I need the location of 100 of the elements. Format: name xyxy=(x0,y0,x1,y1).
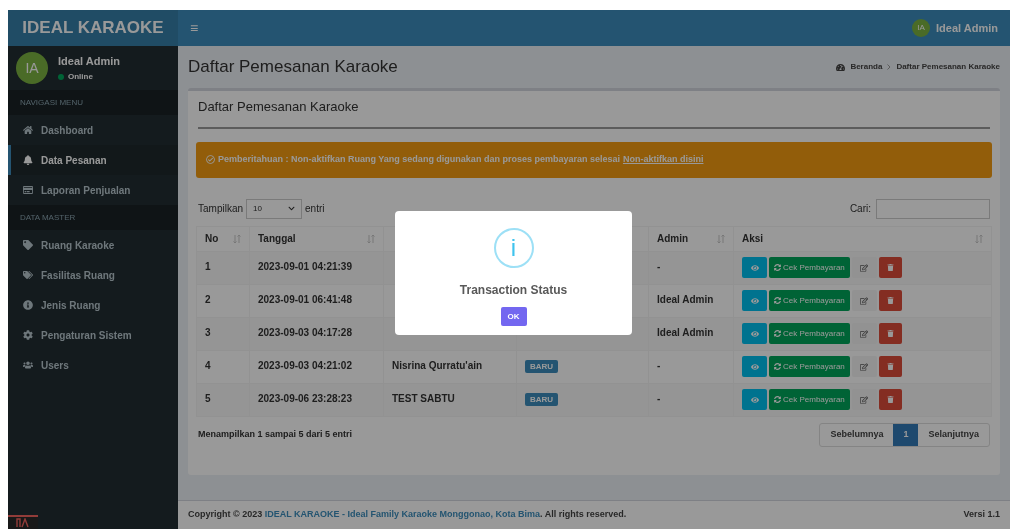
alert-text: Pemberitahuan : Non-aktifkan Ruang Yang sedang digunakan dan proses pembayaran selesai xyxy=(218,152,620,166)
search-field[interactable] xyxy=(876,198,990,219)
copyright-text: Copyright © 2023 IDEAL KARAOKE - Ideal Family Karaoke Monggonao, Kota Bima. All rights reserved. xyxy=(188,508,627,522)
breadcrumb-link[interactable]: Beranda xyxy=(850,61,883,73)
sidebar-item[interactable]: Pengaturan Sistem xyxy=(8,320,178,350)
home-icon xyxy=(23,125,33,135)
gear-icon xyxy=(23,330,33,340)
eye-icon xyxy=(750,362,759,371)
sidebar-item[interactable]: Fasilitas Ruang xyxy=(8,260,178,290)
table-cell: Ideal Admin xyxy=(648,317,734,350)
view-button[interactable] xyxy=(742,257,767,278)
table-cell: 4 xyxy=(196,350,250,383)
check-payment-button[interactable]: Cek Pembayaran xyxy=(769,356,850,377)
menu-header: DATA MASTER xyxy=(8,205,178,230)
table-cell: - xyxy=(648,383,734,416)
edit-button[interactable] xyxy=(851,356,877,377)
edit-button[interactable] xyxy=(851,290,877,311)
sort-icon xyxy=(233,233,241,244)
sidebar-item[interactable]: Dashboard xyxy=(8,115,178,145)
search-label: Cari: xyxy=(849,202,871,216)
refresh-icon xyxy=(774,330,781,337)
view-button[interactable] xyxy=(742,323,767,344)
eye-icon xyxy=(750,263,759,272)
chevron-right-icon xyxy=(887,64,892,70)
menu-header: NAVIGASI MENU xyxy=(8,90,178,115)
pagination-item[interactable]: Selanjutnya xyxy=(918,423,989,446)
view-button[interactable] xyxy=(742,290,767,311)
check-payment-button[interactable]: Cek Pembayaran xyxy=(769,257,850,278)
delete-button[interactable] xyxy=(878,257,902,278)
table-cell: 3 xyxy=(196,317,250,350)
table-cell: 2023-09-01 04:21:39 xyxy=(249,251,384,284)
table-cell: Nisrina Qurratu'ain xyxy=(383,350,517,383)
pagination-item[interactable]: 1 xyxy=(893,423,919,446)
bell-icon xyxy=(23,155,33,165)
tag-icon xyxy=(23,240,33,250)
status-badge: BARU xyxy=(525,392,559,406)
ok-button[interactable]: OK xyxy=(500,307,527,326)
length-suffix: entri xyxy=(305,202,325,216)
sidebar-item[interactable]: Laporan Penjualan xyxy=(8,175,178,205)
debug-bar-icon[interactable] xyxy=(8,515,38,529)
dashboard-icon xyxy=(836,62,846,72)
table-cell: 2023-09-03 04:21:02 xyxy=(249,350,384,383)
sidebar-item[interactable]: Data Pesanan xyxy=(8,145,178,175)
delete-button[interactable] xyxy=(878,356,902,377)
sidebar-item[interactable]: Ruang Karaoke xyxy=(8,230,178,260)
table-cell: 2023-09-03 04:17:28 xyxy=(249,317,384,350)
refresh-icon xyxy=(774,396,781,403)
entries-select[interactable]: 10 xyxy=(246,198,303,219)
edit-icon xyxy=(860,395,869,404)
delete-button[interactable] xyxy=(878,323,902,344)
chevron-down-icon xyxy=(288,205,296,212)
menu-toggle[interactable]: ≡ xyxy=(190,17,199,39)
sort-icon xyxy=(367,233,375,244)
sidebar-item[interactable]: Jenis Ruang xyxy=(8,290,178,320)
user-menu[interactable]: Ideal Admin xyxy=(936,19,998,37)
table-cell: - xyxy=(648,350,734,383)
credit-card-icon xyxy=(23,185,33,195)
check-payment-button[interactable]: Cek Pembayaran xyxy=(769,290,850,311)
table-cell: 2023-09-06 23:28:23 xyxy=(249,383,384,416)
refresh-icon xyxy=(774,297,781,304)
refresh-icon xyxy=(774,264,781,271)
trash-icon xyxy=(886,264,894,271)
view-button[interactable] xyxy=(742,389,767,410)
eye-icon xyxy=(750,296,759,305)
check-payment-button[interactable]: Cek Pembayaran xyxy=(769,323,850,344)
table-cell: TEST SABTU xyxy=(383,383,517,416)
column-header[interactable]: Admin xyxy=(648,226,734,251)
pagination-item[interactable]: Sebelumnya xyxy=(820,423,894,446)
column-header[interactable]: Tanggal xyxy=(249,226,384,251)
sidebar-item[interactable]: Users xyxy=(8,350,178,380)
column-header[interactable]: Aksi xyxy=(733,226,992,251)
edit-icon xyxy=(860,329,869,338)
info-icon: i xyxy=(493,228,534,268)
user-status: Online xyxy=(68,71,93,84)
version-text: Versi 1.1 xyxy=(963,508,1000,522)
view-button[interactable] xyxy=(742,356,767,377)
delete-button[interactable] xyxy=(878,389,902,410)
eye-icon xyxy=(750,329,759,338)
brand-logo[interactable]: IDEAL KARAOKE xyxy=(8,10,178,46)
edit-icon xyxy=(860,362,869,371)
trash-icon xyxy=(886,396,894,403)
refresh-icon xyxy=(774,363,781,370)
table-cell: 2 xyxy=(196,284,250,317)
sort-icon xyxy=(717,233,725,244)
avatar: IA xyxy=(912,19,931,37)
table-cell: 2023-09-01 06:41:48 xyxy=(249,284,384,317)
avatar: IA xyxy=(16,52,48,84)
alert-link[interactable]: Non-aktifkan disini xyxy=(622,152,704,167)
table-info: Menampilkan 1 sampai 5 dari 5 entri xyxy=(198,427,353,441)
column-header[interactable]: No xyxy=(196,226,250,251)
sort-icon xyxy=(975,233,983,244)
table-cell: 1 xyxy=(196,251,250,284)
delete-button[interactable] xyxy=(878,290,902,311)
check-payment-button[interactable]: Cek Pembayaran xyxy=(769,389,850,410)
table-cell: Ideal Admin xyxy=(648,284,734,317)
breadcrumb-current: Daftar Pemesanan Karaoke xyxy=(896,61,1000,73)
length-label: Tampilkan xyxy=(198,202,244,216)
page-title: Daftar Pemesanan Karaoke xyxy=(188,56,398,79)
trash-icon xyxy=(886,330,894,337)
modal-title: Transaction Status xyxy=(459,282,568,299)
